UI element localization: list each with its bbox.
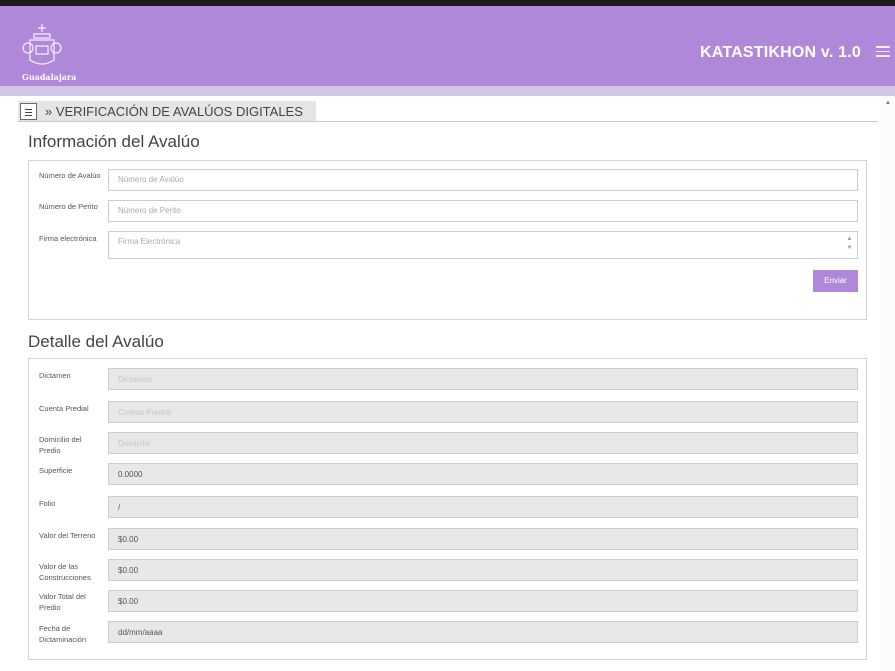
- firma-electronica-textarea[interactable]: Firma Electrónica ▲ ▼: [108, 231, 858, 259]
- dictamen-field: Dictamen: [108, 368, 858, 390]
- breadcrumb: » VERIFICACIÓN DE AVALÚOS DIGITALES: [18, 101, 316, 122]
- firma-electronica-placeholder: Firma Electrónica: [118, 237, 181, 246]
- menu-line: [876, 50, 890, 52]
- breadcrumb-divider: [18, 121, 878, 122]
- page-scrollbar[interactable]: [880, 96, 895, 671]
- menu-line: [876, 46, 890, 48]
- superficie-field: 0.0000: [108, 463, 858, 485]
- valor-terreno-label: Valor del Terreno: [39, 531, 96, 540]
- breadcrumb-text: » VERIFICACIÓN DE AVALÚOS DIGITALES: [45, 104, 303, 119]
- valor-construcciones-field: $0.00: [108, 559, 858, 581]
- valor-total-label: Valor Total del Predio: [39, 592, 86, 612]
- app-title: KATASTIKHON v. 1.0: [700, 44, 861, 61]
- detail-section-title: Detalle del Avalúo: [28, 332, 164, 351]
- valor-terreno-field: $0.00: [108, 528, 858, 550]
- valor-total-field: $0.00: [108, 590, 858, 612]
- header-accent-strip: [0, 86, 895, 96]
- info-section-title: Información del Avalúo: [28, 132, 200, 151]
- dictamen-label: Dictamen: [39, 371, 71, 380]
- numero-avaluo-label: Número de Avalúo: [39, 171, 101, 180]
- fecha-dictaminacion-label: Fecha de Dictaminación: [39, 624, 87, 644]
- valor-construcciones-label: Valor de las Construcciones: [39, 562, 91, 582]
- domicilio-label: Domicilio del Predio: [39, 435, 82, 455]
- superficie-label: Superficie: [39, 466, 73, 475]
- folio-field: /: [108, 496, 858, 518]
- logo-text: Guadalajara: [22, 72, 77, 82]
- domicilio-field: Domicilio: [108, 432, 858, 454]
- hamburger-menu-icon[interactable]: [876, 46, 890, 58]
- scroll-up-arrow-icon[interactable]: ▲: [885, 100, 891, 106]
- document-icon: [20, 103, 37, 120]
- firma-electronica-label: Firma electrónica: [39, 234, 97, 243]
- fecha-dictaminacion-field: dd/mm/aaaa: [108, 621, 858, 643]
- folio-label: Folio: [39, 499, 56, 508]
- numero-perito-label: Número de Perito: [39, 202, 98, 211]
- menu-line: [876, 55, 890, 57]
- numero-avaluo-input[interactable]: Número de Avalúo: [108, 169, 858, 191]
- numero-perito-input[interactable]: Número de Perito: [108, 200, 858, 222]
- enviar-button[interactable]: Enviar: [813, 270, 858, 292]
- cuenta-predial-field: Cuenta Predial: [108, 401, 858, 423]
- top-header-bar: Guadalajara KATASTIKHON v. 1.0: [0, 0, 895, 86]
- guadalajara-logo: [22, 24, 62, 65]
- cuenta-predial-label: Cuenta Predial: [39, 404, 89, 413]
- textarea-resize-arrows-icon[interactable]: ▲ ▼: [845, 235, 854, 256]
